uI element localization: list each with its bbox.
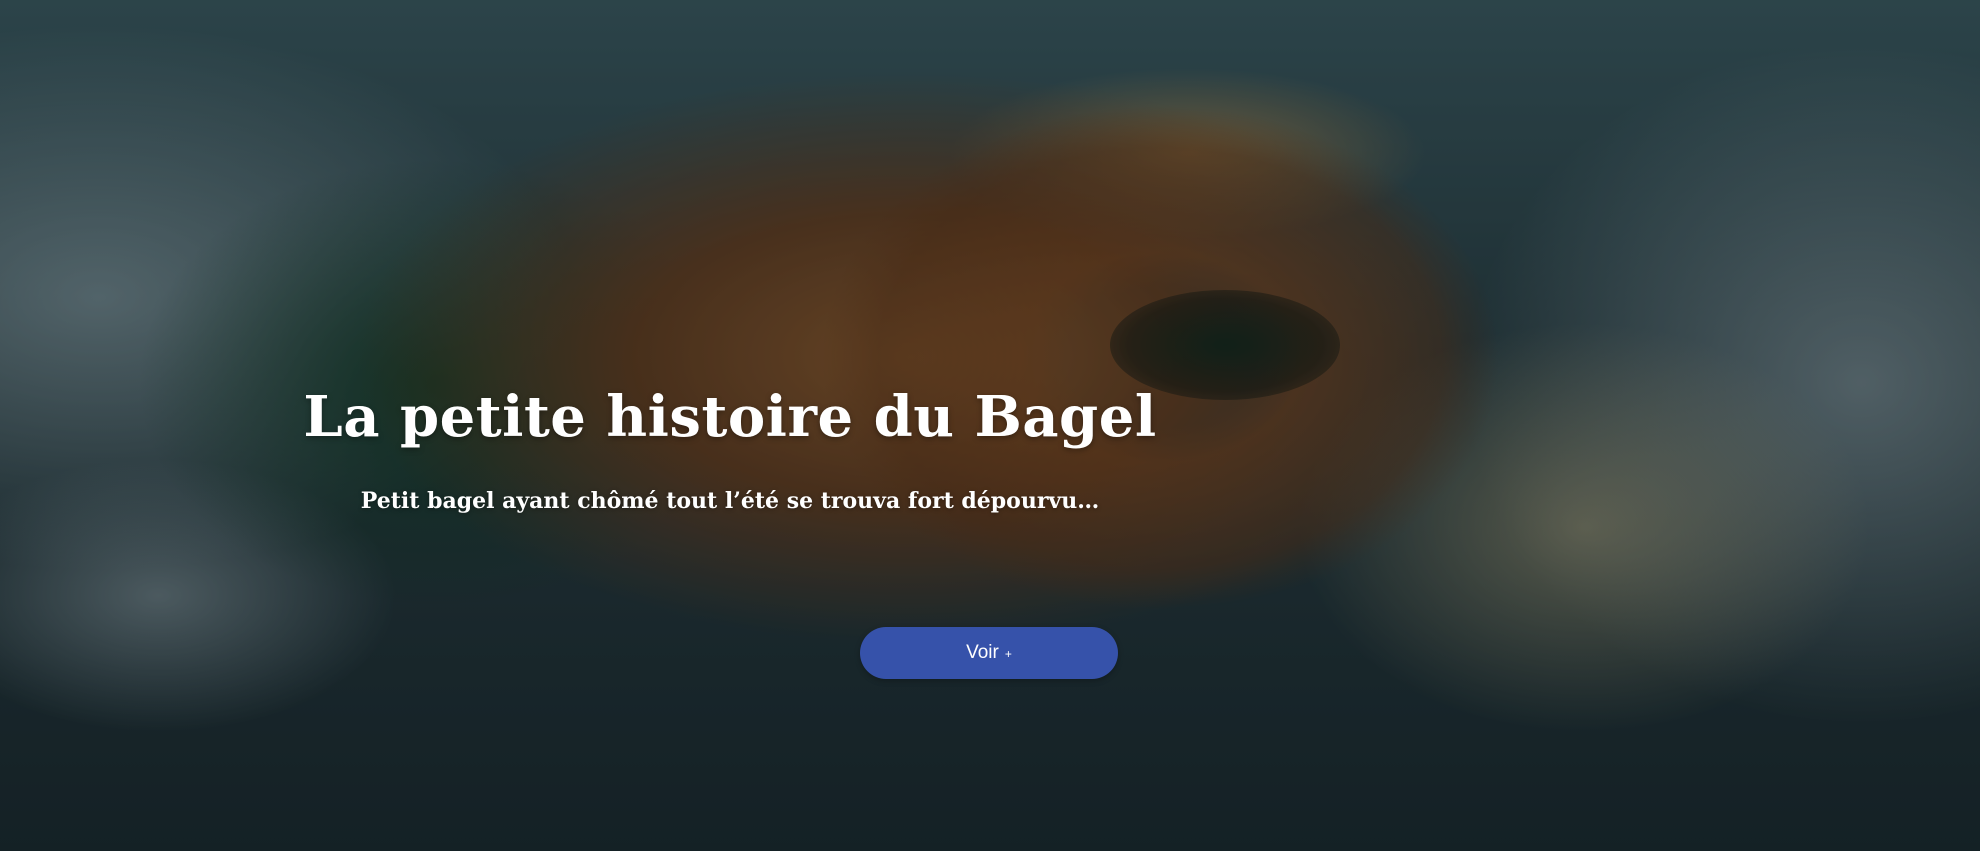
hero-content: La petite histoire du Bagel Petit bagel … — [0, 0, 1980, 851]
hero-section: La petite histoire du Bagel Petit bagel … — [0, 0, 1980, 851]
plus-icon: + — [1004, 646, 1012, 661]
voir-button[interactable]: Voir + — [860, 627, 1118, 679]
hero-title: La petite histoire du Bagel — [303, 384, 1157, 450]
voir-button-label: Voir — [966, 642, 999, 663]
hero-subtitle: Petit bagel ayant chômé tout l’été se tr… — [360, 488, 1100, 514]
